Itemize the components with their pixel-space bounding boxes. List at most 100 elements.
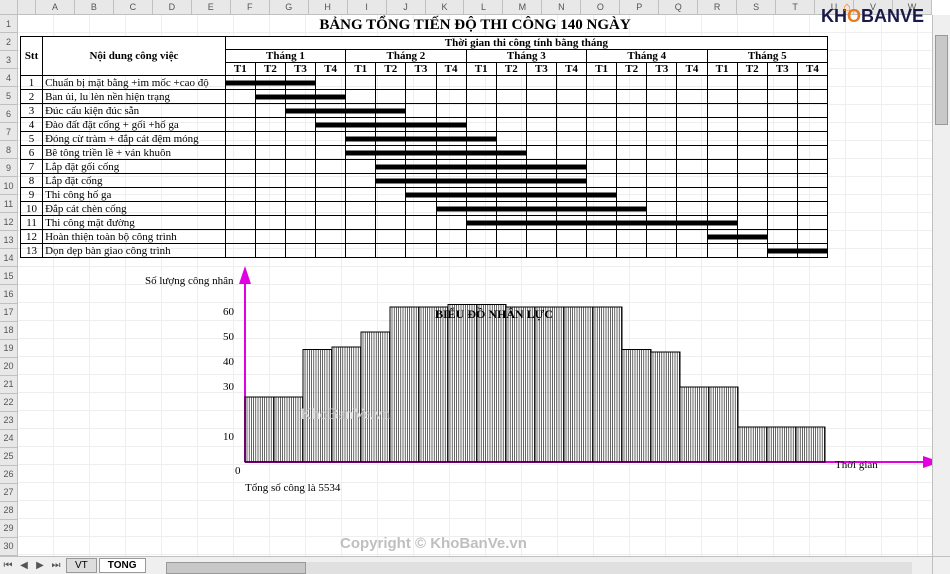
gantt-cell (677, 104, 707, 118)
row-header[interactable]: 29 (0, 520, 17, 538)
gantt-cell (737, 160, 767, 174)
gantt-cell (617, 188, 647, 202)
tab-nav-last[interactable]: ⏭ (48, 560, 64, 571)
gantt-bar (437, 178, 466, 183)
row-header[interactable]: 2 (0, 33, 17, 51)
gantt-cell (526, 160, 556, 174)
gantt-cell (466, 76, 496, 90)
col-header[interactable]: S (737, 0, 776, 14)
row-header[interactable]: 17 (0, 304, 17, 322)
row-header[interactable]: 15 (0, 267, 17, 285)
col-header[interactable]: O (581, 0, 620, 14)
col-header[interactable]: L (464, 0, 503, 14)
sheet-tab[interactable]: VT (66, 558, 97, 573)
row-header[interactable]: 12 (0, 213, 17, 231)
col-header[interactable]: E (192, 0, 231, 14)
col-header[interactable]: G (270, 0, 309, 14)
row-header[interactable]: 25 (0, 448, 17, 466)
gantt-cell (376, 230, 406, 244)
row-header[interactable]: 30 (0, 538, 17, 556)
gantt-cell (737, 188, 767, 202)
row-header[interactable]: 13 (0, 231, 17, 249)
row-header[interactable]: 23 (0, 412, 17, 430)
row-header[interactable]: 5 (0, 87, 17, 105)
col-header[interactable] (18, 0, 36, 14)
gantt-cell (225, 160, 255, 174)
row-header[interactable]: 4 (0, 69, 17, 87)
sheet-corner[interactable] (0, 0, 18, 15)
row-header[interactable]: 20 (0, 358, 17, 376)
col-header[interactable]: B (75, 0, 114, 14)
row-header[interactable]: 7 (0, 123, 17, 141)
chart-bar (593, 307, 622, 462)
col-header[interactable]: P (620, 0, 659, 14)
row-header[interactable]: 14 (0, 249, 17, 267)
hscroll-thumb[interactable] (166, 562, 306, 574)
tab-nav-prev[interactable]: ◀ (16, 560, 32, 571)
row-header[interactable]: 10 (0, 177, 17, 195)
row-header[interactable]: 19 (0, 340, 17, 358)
gantt-bar (677, 220, 706, 225)
gantt-cell (376, 174, 406, 188)
vertical-scrollbar[interactable] (932, 15, 950, 556)
gantt-cell (797, 188, 827, 202)
gantt-cell (285, 230, 315, 244)
row-header[interactable]: 18 (0, 322, 17, 340)
month-header: Tháng 4 (587, 50, 707, 63)
row-header[interactable]: 1 (0, 15, 17, 33)
row-header[interactable]: 26 (0, 466, 17, 484)
gantt-bar (587, 192, 616, 197)
row-header[interactable]: 22 (0, 394, 17, 412)
gantt-cell (406, 174, 436, 188)
col-header[interactable]: H (309, 0, 348, 14)
col-header[interactable]: I (348, 0, 387, 14)
row-header[interactable]: 3 (0, 51, 17, 69)
col-header[interactable]: F (231, 0, 270, 14)
row-header[interactable]: 6 (0, 105, 17, 123)
row-header[interactable]: 28 (0, 502, 17, 520)
gantt-cell (255, 132, 285, 146)
col-header[interactable]: D (153, 0, 192, 14)
col-header[interactable]: Q (659, 0, 698, 14)
gantt-bar (708, 220, 737, 225)
gantt-bar (226, 80, 255, 85)
sheet-tab[interactable]: TONG (99, 558, 146, 573)
gantt-cell (707, 202, 737, 216)
chart-bar (390, 307, 419, 462)
row-header[interactable]: 24 (0, 430, 17, 448)
col-header[interactable]: J (387, 0, 426, 14)
tab-nav-next[interactable]: ▶ (32, 560, 48, 571)
col-header[interactable]: N (542, 0, 581, 14)
task-number: 1 (21, 76, 43, 90)
ytick-label: 10 (223, 431, 234, 443)
gantt-cell (466, 132, 496, 146)
row-header[interactable]: 8 (0, 141, 17, 159)
gantt-cell (316, 160, 346, 174)
tab-nav-first[interactable]: ⏮ (0, 560, 16, 571)
task-number: 8 (21, 174, 43, 188)
vscroll-thumb[interactable] (935, 35, 948, 125)
col-header[interactable]: R (698, 0, 737, 14)
horizontal-scrollbar[interactable] (166, 562, 913, 574)
row-header[interactable]: 11 (0, 195, 17, 213)
gantt-cell (767, 244, 797, 258)
gantt-cell (285, 90, 315, 104)
gantt-cell (436, 90, 466, 104)
row-header[interactable]: 16 (0, 285, 17, 303)
col-header[interactable]: M (503, 0, 542, 14)
row-header[interactable]: 21 (0, 376, 17, 394)
col-header[interactable]: T (776, 0, 815, 14)
chart-footer: Tổng số công là 5534 (245, 482, 340, 494)
row-header[interactable]: 27 (0, 484, 17, 502)
gantt-bar (437, 206, 466, 211)
gantt-cell (737, 230, 767, 244)
chart-bar (564, 307, 593, 462)
gantt-cell (406, 202, 436, 216)
col-header[interactable]: K (426, 0, 465, 14)
col-header[interactable]: C (114, 0, 153, 14)
row-header[interactable]: 9 (0, 159, 17, 177)
col-header[interactable]: A (36, 0, 75, 14)
gantt-bar (467, 192, 496, 197)
sheet-grid[interactable]: BẢNG TỔNG TIẾN ĐỘ THI CÔNG 140 NGÀY Stt … (18, 15, 932, 556)
gantt-cell (767, 146, 797, 160)
